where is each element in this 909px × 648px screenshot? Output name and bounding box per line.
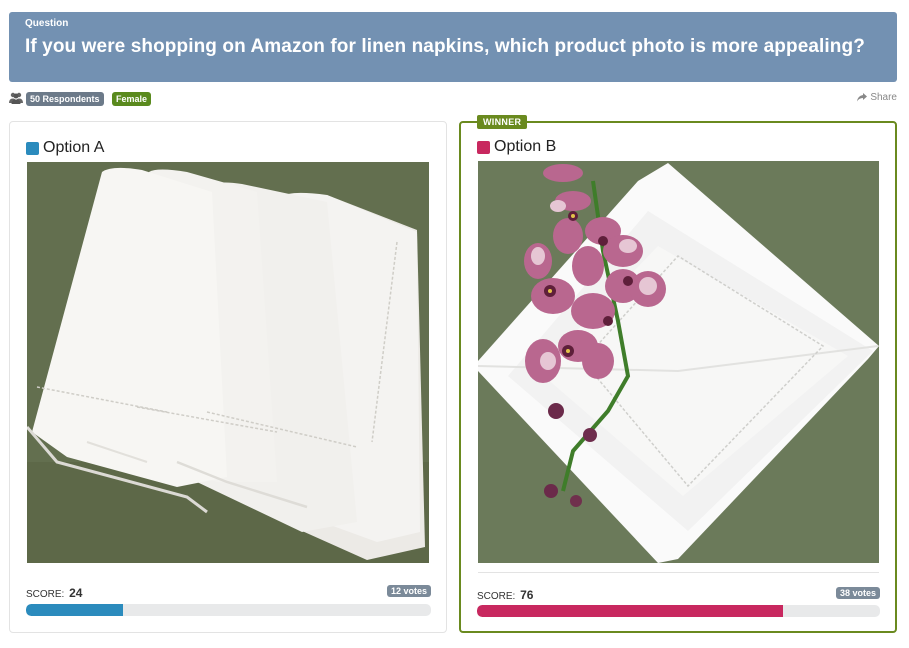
option-b-progress-fill — [477, 605, 784, 617]
option-b-score-label: SCORE: — [477, 591, 516, 602]
option-b-card[interactable]: WINNER Option B SCORE: 76 38 votes — [459, 115, 897, 633]
option-a-progress-bar — [26, 604, 431, 616]
option-b-title: Option B — [477, 138, 556, 156]
option-a-card[interactable]: Option A SCORE: 24 12 votes — [9, 121, 447, 633]
option-a-score-row: SCORE: 24 12 votes — [26, 585, 431, 600]
question-banner: Question If you were shopping on Amazon … — [9, 12, 897, 82]
option-a-title: Option A — [26, 139, 104, 157]
question-label: Question — [25, 18, 69, 29]
respondents-badge: 50 Respondents — [26, 92, 104, 106]
option-b-color-swatch — [477, 140, 490, 154]
option-a-score: SCORE: 24 — [26, 586, 82, 600]
question-text: If you were shopping on Amazon for linen… — [25, 36, 865, 57]
share-label: Share — [870, 92, 897, 103]
stacked-napkins-image — [27, 162, 429, 563]
gender-badge: Female — [112, 92, 152, 106]
option-b-score-value: 76 — [520, 588, 534, 602]
people-icon — [9, 92, 23, 104]
share-button[interactable]: Share — [857, 92, 897, 103]
option-a-photo[interactable] — [27, 162, 429, 563]
option-a-color-swatch — [26, 141, 39, 155]
option-a-label: Option A — [43, 139, 105, 156]
option-b-votes-badge: 38 votes — [835, 587, 880, 599]
option-b-score-row: SCORE: 76 38 votes — [477, 587, 880, 602]
winner-tag: WINNER — [477, 115, 528, 129]
napkin-with-orchid-image — [478, 161, 879, 563]
option-b-score: SCORE: 76 — [477, 588, 533, 602]
option-a-progress-fill — [26, 604, 124, 616]
option-a-score-label: SCORE: — [26, 589, 65, 600]
option-b-photo-divider — [478, 572, 879, 573]
option-b-label: Option B — [494, 138, 557, 155]
option-a-votes-badge: 12 votes — [386, 585, 431, 597]
share-arrow-icon — [857, 93, 868, 102]
option-a-score-value: 24 — [69, 586, 83, 600]
meta-row: 50 Respondents Female Share — [9, 91, 897, 107]
option-b-photo[interactable] — [478, 161, 879, 563]
option-b-progress-bar — [477, 605, 880, 617]
